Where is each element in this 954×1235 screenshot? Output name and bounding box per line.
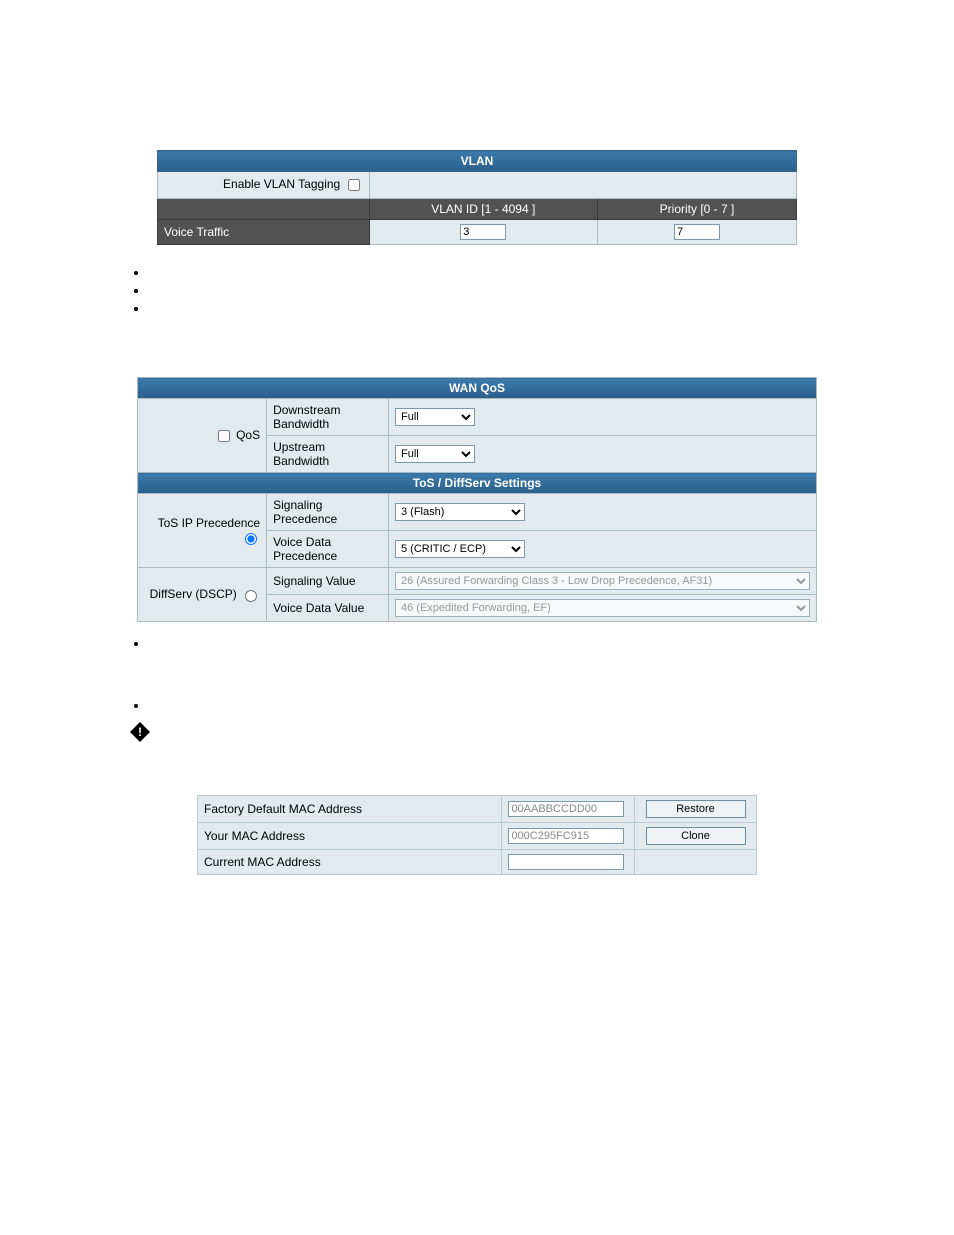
diffserv-label: DiffServ (DSCP) [150,587,237,601]
sig-val-cell: 26 (Assured Forwarding Class 3 - Low Dro… [389,568,817,595]
mac-factory-input[interactable] [508,801,624,817]
mac-your-input[interactable] [508,828,624,844]
vlan-col-vlanid: VLAN ID [1 - 4094 ] [369,199,597,220]
tosip-radio[interactable] [245,533,257,545]
restore-button[interactable]: Restore [646,800,746,818]
sig-prec-label: Signaling Precedence [267,494,389,531]
qos-down-cell: Full [389,399,817,436]
voice-prec-label: Voice Data Precedence [267,531,389,568]
document-page: VLAN Enable VLAN Tagging VLAN ID [1 - 40… [0,0,954,1235]
tosip-cell: ToS IP Precedence [138,494,267,568]
vlan-header: VLAN [158,151,797,172]
mac-current-btn-cell [635,850,757,875]
bullet-item: . [148,299,824,317]
mac-your-cell [502,823,635,850]
voice-val-cell: 46 (Expedited Forwarding, EF) [389,595,817,622]
bullet-spacer [148,652,824,696]
diffserv-radio[interactable] [245,590,257,602]
mac-clone-cell: Clone [635,823,757,850]
qos-down-label: Downstream Bandwidth [267,399,389,436]
bullet-group-1: . . . [130,263,824,317]
bullet-item: . [148,634,824,652]
mac-your-label: Your MAC Address [198,823,502,850]
sig-val-label: Signaling Value [267,568,389,595]
sig-prec-cell: 3 (Flash) [389,494,817,531]
svg-text:!: ! [138,725,142,739]
qos-up-select[interactable]: Full [395,445,475,463]
qos-up-label: Upstream Bandwidth [267,436,389,473]
sig-val-select[interactable]: 26 (Assured Forwarding Class 3 - Low Dro… [395,572,810,590]
vlan-col-priority: Priority [0 - 7 ] [598,199,797,220]
qos-enable-cell: QoS [138,399,267,473]
mac-factory-label: Factory Default MAC Address [198,796,502,823]
vlan-table: VLAN Enable VLAN Tagging VLAN ID [1 - 40… [157,150,797,245]
clone-button[interactable]: Clone [646,827,746,845]
tos-header: ToS / DiffServ Settings [138,473,817,494]
bullet-item: . [148,281,824,299]
wanqos-header: WAN QoS [138,378,817,399]
mac-restore-cell: Restore [635,796,757,823]
diffserv-cell: DiffServ (DSCP) [138,568,267,622]
bullet-group-2: . . [130,634,824,714]
voice-val-select[interactable]: 46 (Expedited Forwarding, EF) [395,599,810,617]
bullet-item: . [148,263,824,281]
vlan-enable-checkbox[interactable] [348,179,360,191]
vlan-enable-label: Enable VLAN Tagging [223,177,340,191]
voice-prec-cell: 5 (CRITIC / ECP) [389,531,817,568]
vlan-priority-cell [598,220,797,245]
mac-factory-cell [502,796,635,823]
vlan-id-cell [369,220,597,245]
qos-enable-label: QoS [236,428,260,442]
warning-diamond-icon: ! [130,722,150,742]
sig-prec-select[interactable]: 3 (Flash) [395,503,525,521]
qos-up-cell: Full [389,436,817,473]
vlan-enable-cell: Enable VLAN Tagging [158,172,370,199]
wanqos-table: WAN QoS QoS Downstream Bandwidth Full Up… [137,377,817,622]
bullet-item: . [148,696,824,714]
vlan-id-input[interactable] [460,224,506,240]
warning-row: ! [130,722,824,745]
tosip-label: ToS IP Precedence [158,516,261,530]
qos-down-select[interactable]: Full [395,408,475,426]
mac-current-input[interactable] [508,854,624,870]
qos-enable-checkbox[interactable] [218,430,230,442]
vlan-row-voice-label: Voice Traffic [158,220,370,245]
voice-val-label: Voice Data Value [267,595,389,622]
mac-table: Factory Default MAC Address Restore Your… [197,795,757,875]
voice-prec-select[interactable]: 5 (CRITIC / ECP) [395,540,525,558]
vlan-col-spacer [158,199,370,220]
vlan-enable-spacer [369,172,796,199]
mac-current-label: Current MAC Address [198,850,502,875]
mac-current-cell [502,850,635,875]
vlan-priority-input[interactable] [674,224,720,240]
